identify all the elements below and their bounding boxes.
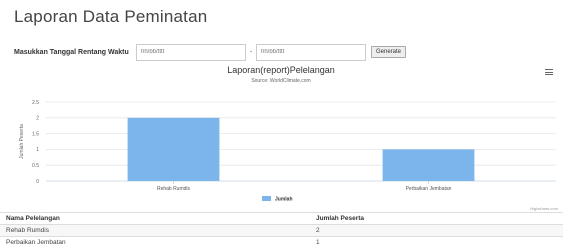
date-range-label: Masukkan Tanggal Rentang Waktu — [14, 48, 129, 56]
chart-title: Laporan(report)Pelelangan — [227, 65, 335, 75]
results-table: Nama Pelelangan Jumlah Peserta Rehab Rum… — [0, 212, 563, 248]
chart-credits: Highcharts.com — [530, 206, 558, 211]
y-tick-label: 2.5 — [32, 100, 39, 106]
end-date-input[interactable] — [256, 43, 366, 61]
generate-button[interactable]: Generate — [371, 46, 407, 58]
column-header-jumlah: Jumlah Peserta — [310, 212, 563, 225]
legend-label: Jumlah — [275, 197, 293, 203]
bar-chart: Laporan(report)Pelelangan Source: WorldCl… — [0, 64, 563, 214]
table-row: Perbaikan Jembatan 1 — [0, 236, 563, 248]
table-cell: Rehab Rumdis — [0, 224, 310, 237]
date-separator: - — [249, 48, 253, 56]
x-tick-label: Rehab Rumdis — [157, 186, 191, 192]
legend-swatch — [262, 196, 271, 201]
table-cell: 1 — [310, 236, 563, 248]
y-tick-label: 1.5 — [32, 131, 39, 137]
x-tick-label: Perbaikan Jembatan — [406, 186, 452, 192]
chart-svg: Laporan(report)Pelelangan Source: WorldCl… — [19, 65, 559, 211]
y-tick-label: 0 — [36, 179, 39, 185]
column-header-nama: Nama Pelelangan — [0, 212, 310, 225]
y-tick-label: 1 — [36, 147, 39, 153]
page-title: Laporan Data Peminatan — [14, 7, 208, 26]
date-range-filter: Masukkan Tanggal Rentang Waktu - Generat… — [14, 43, 407, 61]
y-tick-label: 2 — [36, 116, 39, 122]
chart-subtitle: Source: WorldClimate.com — [251, 78, 310, 84]
start-date-input[interactable] — [136, 43, 246, 61]
table-cell: 2 — [310, 224, 563, 237]
bar — [382, 149, 475, 181]
table-row: Rehab Rumdis 2 — [0, 224, 563, 237]
table-header-row: Nama Pelelangan Jumlah Peserta — [0, 212, 563, 225]
bar — [127, 117, 220, 181]
y-axis-label: Jumlah Peserta — [19, 124, 25, 159]
y-tick-label: 0.5 — [32, 163, 39, 169]
chart-menu-icon[interactable] — [545, 69, 553, 75]
table-cell: Perbaikan Jembatan — [0, 236, 310, 248]
